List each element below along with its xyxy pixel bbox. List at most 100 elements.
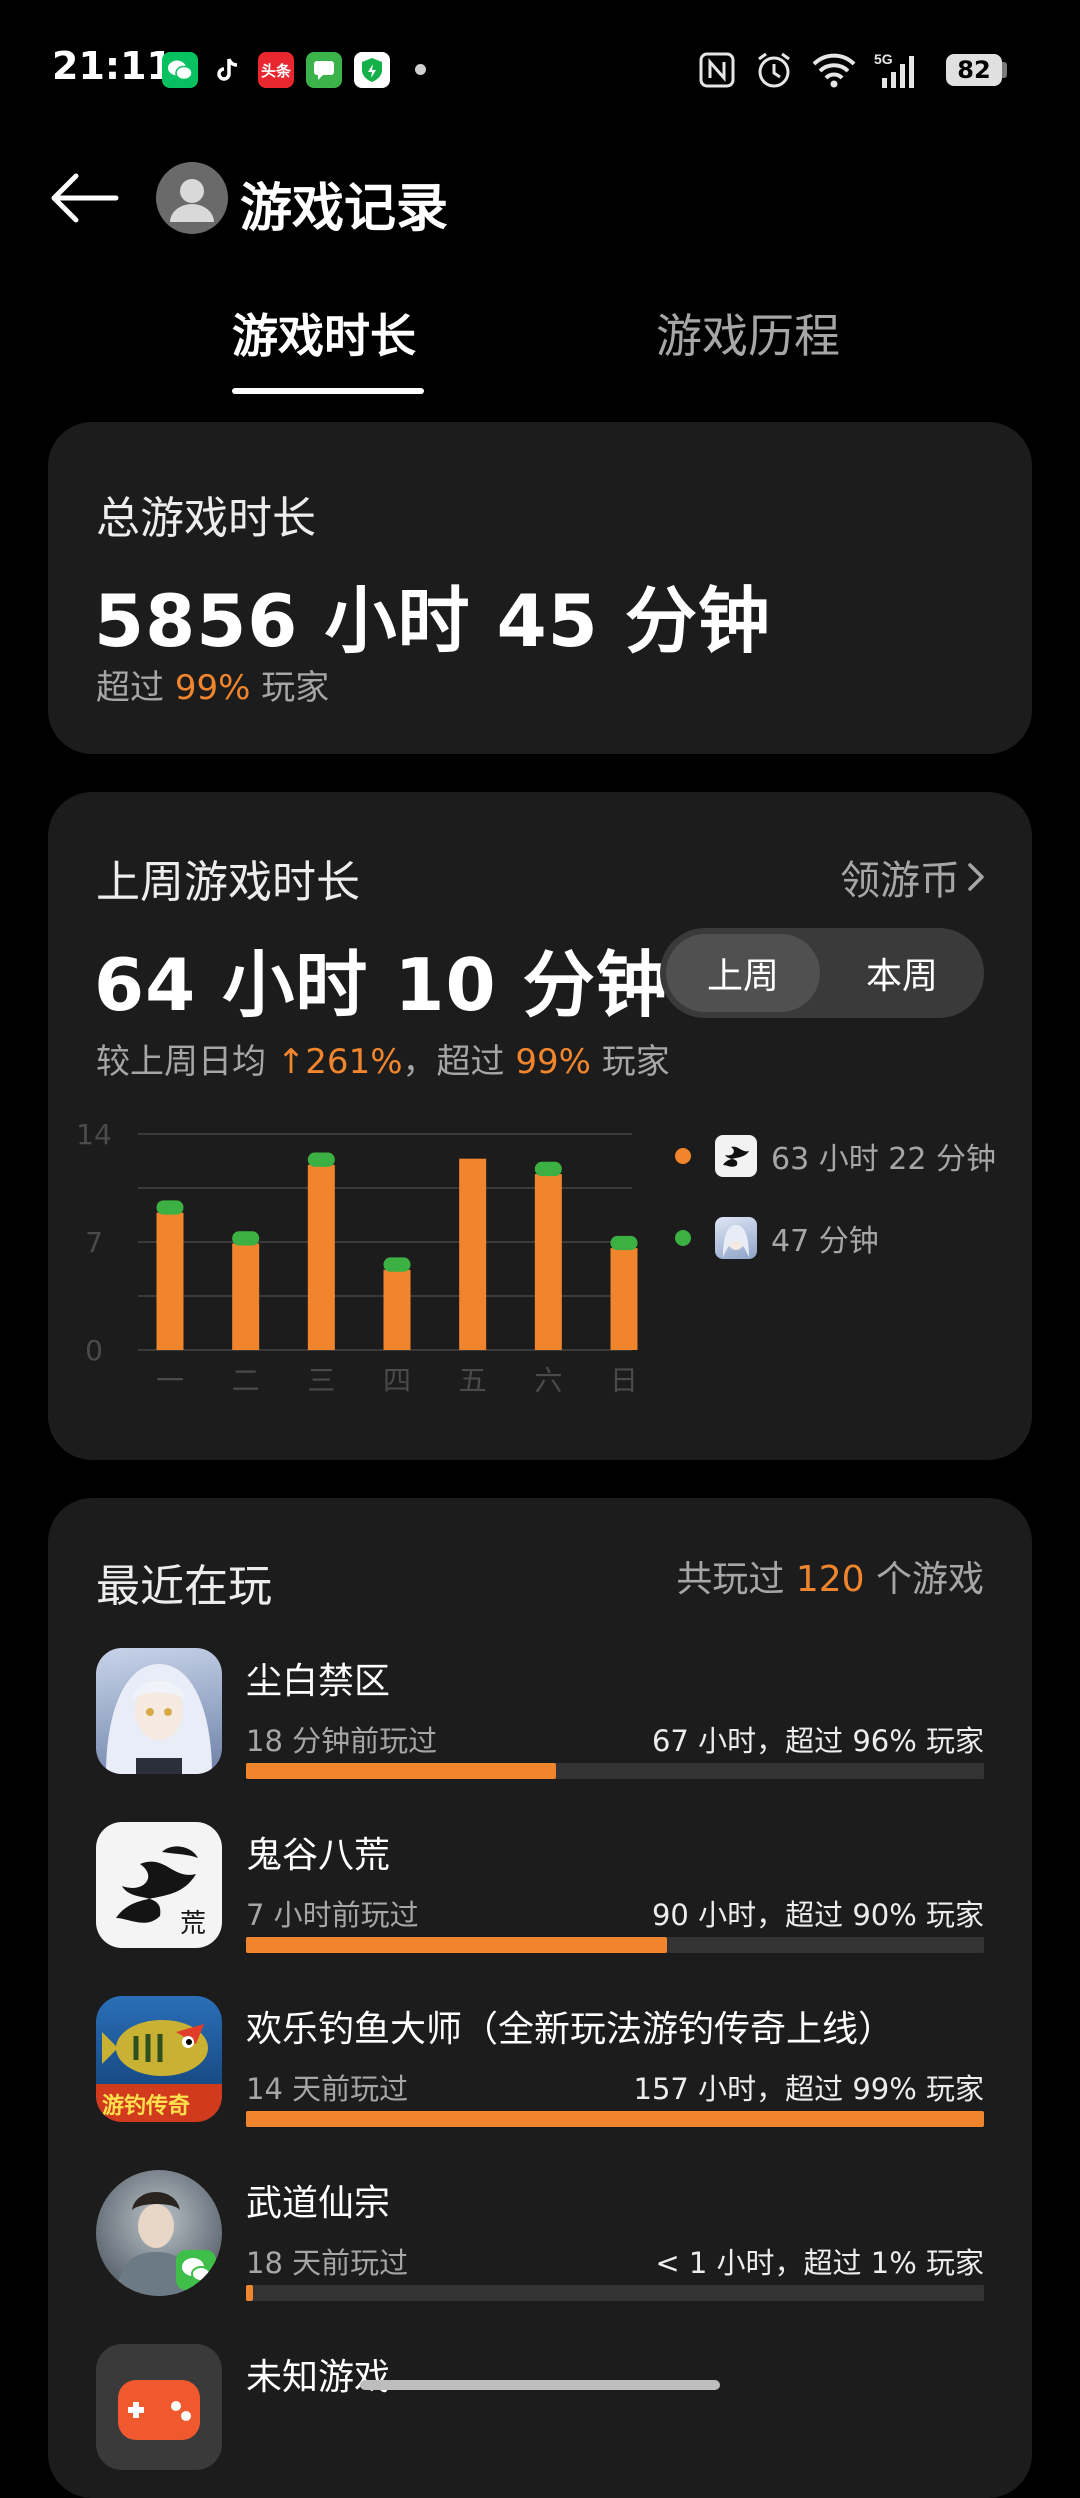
exceed-percent: 99% xyxy=(174,668,251,708)
game-item-unknown[interactable]: 未知游戏 xyxy=(96,2344,984,2494)
last-week-card: 上周游戏时长 领游币 64 小时 10 分钟 上周 本周 较上周日均 ↑261%… xyxy=(48,792,1032,1460)
bar-series-1 xyxy=(383,1269,411,1350)
legend-dot-orange xyxy=(675,1148,691,1164)
security-icon xyxy=(354,52,390,88)
x-tick-label: 二 xyxy=(232,1364,260,1397)
legend-dot-green xyxy=(675,1230,691,1246)
nfc-icon xyxy=(698,50,736,90)
toutiao-label: 头条 xyxy=(260,61,291,80)
total-hours-unit: 小时 xyxy=(324,579,471,663)
home-indicator[interactable] xyxy=(360,2380,720,2390)
x-tick-label: 三 xyxy=(307,1364,335,1397)
game-last-played: 18 分钟前玩过 xyxy=(246,1724,438,1758)
total-rank-line: 超过 99% 玩家 xyxy=(96,660,329,709)
bar-series-1 xyxy=(610,1248,638,1350)
game-dragon-thumbnail-icon xyxy=(715,1135,757,1177)
legend-label-series-1: 63 小时 22 分钟 xyxy=(771,1142,996,1177)
bar-series-1 xyxy=(232,1243,260,1350)
legend-item-series-1: 63 小时 22 分钟 xyxy=(675,1134,996,1178)
back-button[interactable] xyxy=(46,166,122,230)
exceed-prefix: 超过 xyxy=(96,668,164,708)
recently-played-card: 最近在玩 共玩过 120 个游戏 尘白禁区 18 分钟前玩过 67 小时，超过 … xyxy=(48,1498,1032,2498)
game-item-fishing[interactable]: 游钓传奇 欢乐钓鱼大师（全新玩法游钓传奇上线） 14 天前玩过 157 小时，超… xyxy=(96,1996,984,2146)
battery-indicator: 82 xyxy=(946,54,1002,86)
game-chenbai-icon xyxy=(96,1648,222,1774)
toutiao-icon: 头条 xyxy=(258,52,294,88)
status-bar: 21:11 头条 5G 82 xyxy=(0,0,1080,140)
y-tick-label: 14 xyxy=(76,1118,112,1151)
alarm-icon xyxy=(754,50,794,90)
game-name: 武道仙宗 xyxy=(246,2183,391,2224)
game-progress-fill xyxy=(246,1763,556,1779)
total-hours: 5856 xyxy=(94,579,299,663)
count-suffix: 个游戏 xyxy=(875,1559,984,1600)
game-progress-fill xyxy=(246,2285,254,2301)
game-unknown-icon xyxy=(96,2344,222,2470)
legend-item-series-2: 47 分钟 xyxy=(675,1216,879,1260)
bar-series-1 xyxy=(307,1164,335,1350)
total-playtime-card: 总游戏时长 5856 小时 45 分钟 超过 99% 玩家 xyxy=(48,422,1032,754)
total-minutes: 45 xyxy=(496,579,599,663)
svg-text:荒: 荒 xyxy=(180,1909,206,1939)
game-name: 鬼谷八荒 xyxy=(246,1835,391,1876)
count-prefix: 共玩过 xyxy=(676,1559,785,1600)
person-icon xyxy=(170,179,214,222)
game-last-played: 18 天前玩过 xyxy=(246,2246,409,2280)
more-notifications-dot xyxy=(415,64,426,75)
tab-play-history[interactable]: 游戏历程 xyxy=(656,300,840,366)
total-playtime-value: 5856 小时 45 分钟 xyxy=(94,562,771,667)
legend-label-series-2: 47 分钟 xyxy=(771,1224,879,1259)
network-type: 5G xyxy=(874,51,893,67)
x-tick-label: 一 xyxy=(156,1364,184,1397)
bar-series-2 xyxy=(534,1161,562,1177)
game-progress-bar xyxy=(246,1763,984,1779)
x-tick-label: 日 xyxy=(610,1364,638,1397)
cellular-signal-icon: 5G xyxy=(872,50,922,90)
game-last-played: 7 小时前玩过 xyxy=(246,1898,419,1932)
game-name: 欢乐钓鱼大师（全新玩法游钓传奇上线） xyxy=(246,2009,895,2050)
active-tab-indicator xyxy=(232,388,424,394)
y-tick-label: 7 xyxy=(85,1226,103,1259)
bar-series-2 xyxy=(610,1235,638,1251)
exceed-suffix: 玩家 xyxy=(261,668,330,708)
tab-play-duration[interactable]: 游戏时长 xyxy=(232,300,416,366)
game-anime-thumbnail-icon xyxy=(715,1217,757,1259)
game-item-chenbai[interactable]: 尘白禁区 18 分钟前玩过 67 小时，超过 96% 玩家 xyxy=(96,1648,984,1798)
game-guigu-icon: 荒 xyxy=(96,1822,222,1948)
count-value: 120 xyxy=(795,1559,865,1600)
wechat-mini-game-badge-icon xyxy=(176,2250,216,2290)
game-item-wudao[interactable]: 武道仙宗 18 天前玩过 < 1 小时，超过 1% 玩家 xyxy=(96,2170,984,2320)
games-played-count[interactable]: 共玩过 120 个游戏 xyxy=(676,1550,984,1602)
game-stat: 157 小时，超过 99% 玩家 xyxy=(633,2072,984,2106)
game-progress-bar xyxy=(246,1937,984,1953)
bar-series-2 xyxy=(383,1257,411,1272)
game-name: 未知游戏 xyxy=(246,2357,391,2398)
battery-level: 82 xyxy=(957,56,991,84)
battery-tip xyxy=(1002,62,1007,78)
x-tick-label: 五 xyxy=(459,1364,487,1397)
game-progress-fill xyxy=(246,2111,984,2127)
game-stat: 67 小时，超过 96% 玩家 xyxy=(651,1724,984,1758)
game-item-guigu[interactable]: 荒 鬼谷八荒 7 小时前玩过 90 小时，超过 90% 玩家 xyxy=(96,1822,984,1972)
recently-played-heading: 最近在玩 xyxy=(96,1561,272,1612)
game-fishing-icon: 游钓传奇 xyxy=(96,1996,222,2122)
y-tick-label: 0 xyxy=(85,1334,103,1367)
total-playtime-heading: 总游戏时长 xyxy=(96,493,316,544)
weekly-bar-chart: 0 7 14 一 二 三 四 五 六 日 xyxy=(76,1118,638,1397)
game-last-played: 14 天前玩过 xyxy=(246,2072,409,2106)
game-name: 尘白禁区 xyxy=(246,1661,391,1702)
game-progress-bar xyxy=(246,2111,984,2127)
game-progress-fill xyxy=(246,1937,667,1953)
x-tick-label: 六 xyxy=(534,1364,562,1397)
douyin-icon xyxy=(210,52,246,88)
bar-series-1 xyxy=(459,1158,487,1350)
bar-series-1 xyxy=(534,1174,562,1350)
messages-icon xyxy=(306,52,342,88)
bar-series-2 xyxy=(307,1152,335,1167)
game-stat: < 1 小时，超过 1% 玩家 xyxy=(655,2246,984,2280)
game-stat: 90 小时，超过 90% 玩家 xyxy=(651,1898,984,1932)
x-tick-label: 四 xyxy=(383,1364,411,1397)
bar-series-1 xyxy=(156,1212,184,1350)
avatar[interactable] xyxy=(156,162,228,234)
bar-series-2 xyxy=(156,1200,184,1215)
